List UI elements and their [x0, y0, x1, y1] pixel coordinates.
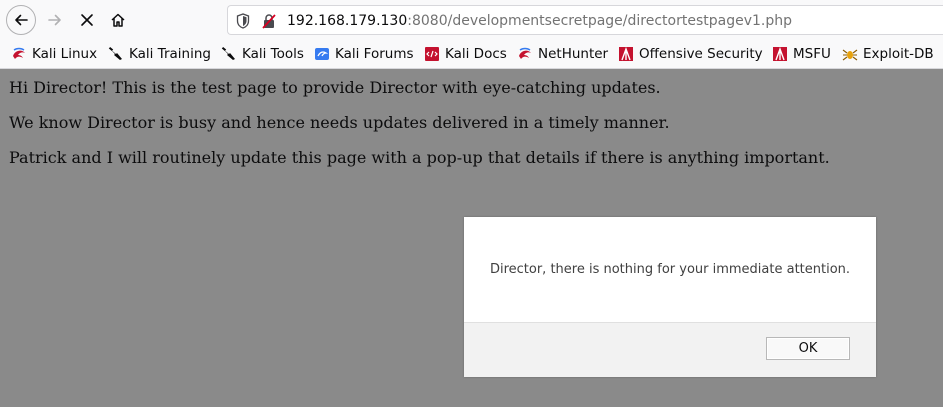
ok-button[interactable]: OK	[766, 337, 850, 360]
home-icon	[111, 13, 125, 27]
bookmark-label: MSFU	[793, 46, 831, 62]
kali-tool-icon	[221, 46, 237, 62]
bookmark-exploit-db[interactable]: Exploit-DB	[842, 45, 934, 63]
back-button[interactable]	[6, 5, 36, 35]
bookmark-msfu[interactable]: MSFU	[772, 45, 831, 63]
updates-paragraph: We know Director is busy and hence needs…	[9, 113, 670, 132]
kali-dragon-icon	[517, 46, 533, 62]
forward-icon	[48, 14, 61, 26]
stop-icon	[81, 14, 93, 26]
kali-dragon-icon	[11, 46, 27, 62]
insecure-lock-icon[interactable]	[260, 12, 278, 30]
bookmark-kali-forums[interactable]: Kali Forums	[314, 45, 414, 63]
alert-message: Director, there is nothing for your imme…	[489, 262, 851, 277]
bookmark-label: Kali Linux	[32, 46, 98, 62]
bookmark-label: Kali Forums	[335, 46, 414, 62]
bookmark-label: Kali Tools	[242, 46, 304, 62]
alert-footer: OK	[464, 322, 876, 377]
kali-forums-icon	[314, 46, 330, 62]
bookmark-kali-training[interactable]: Kali Training	[108, 45, 211, 63]
url-text[interactable]: 192.168.179.130:8080/developmentsecretpa…	[287, 12, 792, 30]
page-content: Hi Director! This is the test page to pr…	[0, 69, 943, 407]
bookmark-label: Offensive Security	[639, 46, 763, 62]
back-icon	[15, 14, 28, 26]
stop-button[interactable]	[72, 5, 102, 35]
url-bar[interactable]: 192.168.179.130:8080/developmentsecretpa…	[227, 5, 943, 35]
bookmark-label: Kali Training	[129, 46, 211, 62]
bookmark-offensive-security[interactable]: Offensive Security	[618, 45, 763, 63]
exploitdb-spider-icon	[842, 46, 858, 62]
forward-button[interactable]	[40, 5, 70, 35]
navigation-toolbar: 192.168.179.130:8080/developmentsecretpa…	[0, 0, 943, 40]
offsec-icon	[772, 46, 788, 62]
bookmark-label: NetHunter	[538, 46, 609, 62]
home-button[interactable]	[103, 5, 133, 35]
offsec-icon	[618, 46, 634, 62]
url-path: :8080/developmentsecretpage/directortest…	[407, 13, 792, 29]
bookmark-label: Exploit-DB	[863, 46, 934, 62]
bookmark-kali-linux[interactable]: Kali Linux	[11, 45, 97, 63]
bookmark-kali-docs[interactable]: Kali Docs	[424, 45, 507, 63]
intro-paragraph: Hi Director! This is the test page to pr…	[9, 78, 661, 97]
bookmark-kali-tools[interactable]: Kali Tools	[221, 45, 304, 63]
kali-tool-icon	[108, 46, 124, 62]
alert-dialog: Director, there is nothing for your imme…	[464, 217, 876, 377]
bookmarks-toolbar: Kali Linux Kali Training Kali Tools Kali…	[0, 40, 943, 69]
bookmark-label: Kali Docs	[445, 46, 507, 62]
bookmark-nethunter[interactable]: NetHunter	[517, 45, 608, 63]
url-host: 192.168.179.130	[287, 13, 408, 29]
popup-paragraph: Patrick and I will routinely update this…	[9, 148, 830, 167]
kali-docs-icon	[424, 46, 440, 62]
tracking-shield-icon[interactable]	[234, 12, 252, 30]
